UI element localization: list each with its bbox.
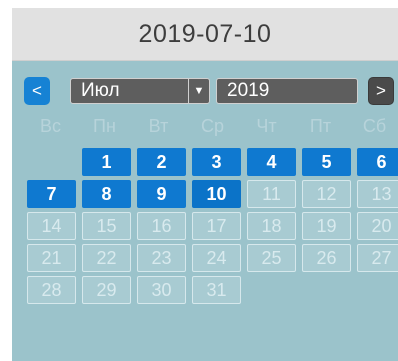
day-cell: 20 <box>357 212 398 240</box>
day-cell[interactable]: 8 <box>82 180 131 208</box>
prev-month-button[interactable]: < <box>24 77 50 105</box>
day-cell: 30 <box>137 276 186 304</box>
day-cell: 15 <box>82 212 131 240</box>
chevron-right-icon: > <box>376 81 386 100</box>
weekday-label: Пт <box>309 116 332 136</box>
day-cell[interactable]: 2 <box>137 148 186 176</box>
day-cell: 12 <box>302 180 351 208</box>
chevron-left-icon: < <box>32 81 42 100</box>
day-cell: 13 <box>357 180 398 208</box>
day-cell: 24 <box>192 244 241 272</box>
day-cell[interactable]: 1 <box>82 148 131 176</box>
calendar-panel: < Июл ▼ 2019 > Вс Пн Вт Ср Чт Пт Сб 1 2 … <box>12 61 398 361</box>
day-cell[interactable]: 6 <box>357 148 398 176</box>
day-grid: 1 2 3 4 5 6 7 8 9 10 11 12 13 14 15 16 1… <box>27 148 398 304</box>
day-cell: 28 <box>27 276 76 304</box>
year-input[interactable]: 2019 <box>216 78 358 104</box>
day-cell: 21 <box>27 244 76 272</box>
day-cell[interactable]: 4 <box>247 148 296 176</box>
day-cell: 31 <box>192 276 241 304</box>
day-cell: 29 <box>82 276 131 304</box>
day-cell: 25 <box>247 244 296 272</box>
day-cell: 22 <box>82 244 131 272</box>
day-cell: 23 <box>137 244 186 272</box>
selected-date-display: 2019-07-10 <box>12 8 398 61</box>
day-cell[interactable]: 3 <box>192 148 241 176</box>
day-cell: 18 <box>247 212 296 240</box>
day-cell: 17 <box>192 212 241 240</box>
weekday-label: Сб <box>362 116 387 136</box>
dropdown-arrow-icon[interactable]: ▼ <box>188 79 209 103</box>
day-cell[interactable]: 5 <box>302 148 351 176</box>
day-cell: 26 <box>302 244 351 272</box>
day-cell: 27 <box>357 244 398 272</box>
day-cell: 11 <box>247 180 296 208</box>
weekday-label: Вс <box>39 116 61 136</box>
day-cell[interactable]: 10 <box>192 180 241 208</box>
day-cell: 16 <box>137 212 186 240</box>
month-select-value: Июл <box>81 80 120 101</box>
weekday-label: Ср <box>200 116 224 136</box>
next-month-button[interactable]: > <box>368 77 394 105</box>
day-cell[interactable]: 7 <box>27 180 76 208</box>
weekday-label: Пн <box>93 116 116 136</box>
day-cell: 19 <box>302 212 351 240</box>
weekday-label: Вт <box>148 116 169 136</box>
month-select[interactable]: Июл ▼ <box>70 78 210 104</box>
weekday-label: Чт <box>256 116 277 136</box>
day-cell: 14 <box>27 212 76 240</box>
day-cell[interactable]: 9 <box>137 180 186 208</box>
weekday-header-row: Вс Пн Вт Ср Чт Пт Сб <box>25 113 398 139</box>
datepicker: 2019-07-10 < Июл ▼ 2019 > Вс Пн Вт Ср Чт… <box>0 0 398 361</box>
